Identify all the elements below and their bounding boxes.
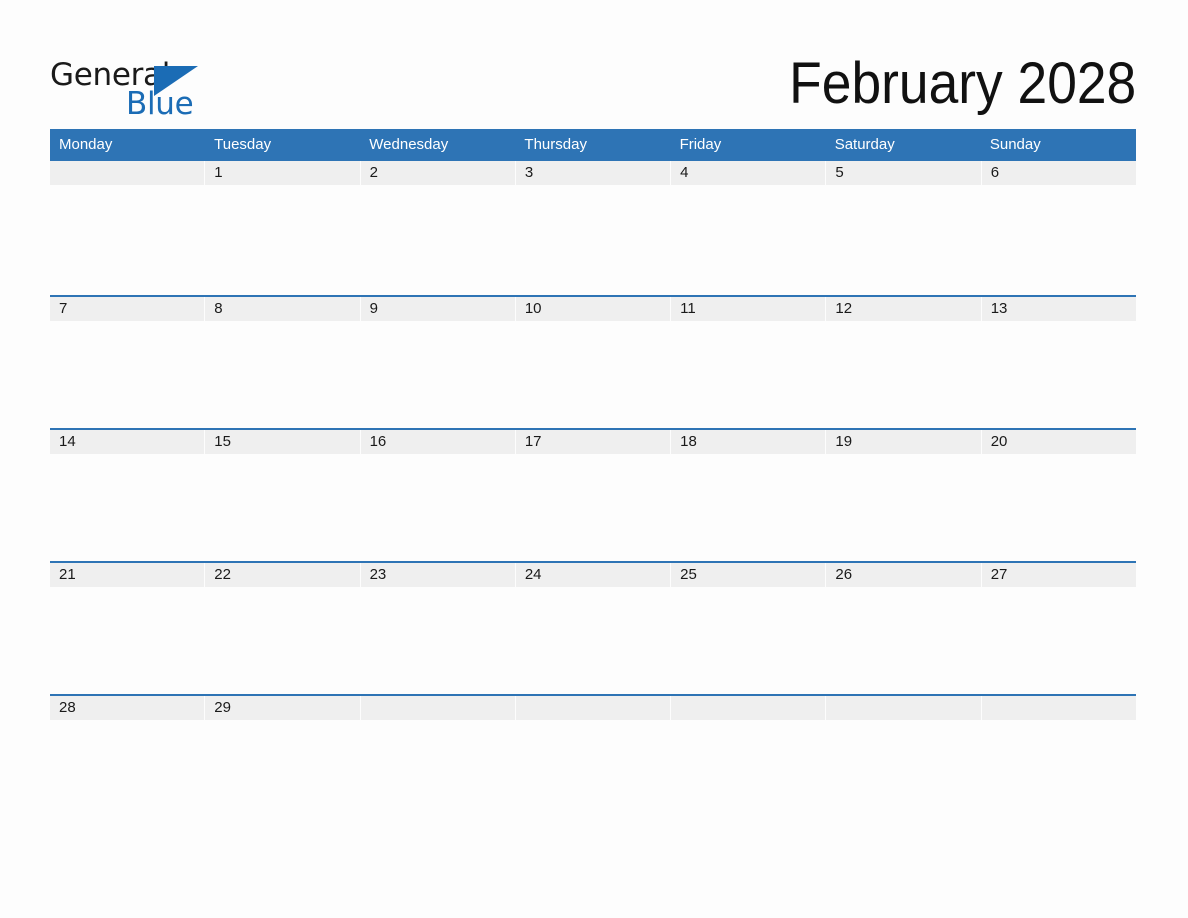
week-event-band [50, 321, 1136, 428]
event-area-cell[interactable] [671, 185, 825, 292]
event-area-cell[interactable] [50, 185, 204, 292]
date-cell[interactable] [360, 696, 515, 720]
day-header-thursday: Thursday [524, 136, 587, 153]
date-cell[interactable]: 15 [205, 430, 360, 454]
date-cell[interactable]: 12 [826, 297, 981, 321]
masthead: General Blue February 2028 [50, 50, 1136, 122]
date-cell[interactable]: 16 [360, 430, 515, 454]
event-area-cell[interactable] [982, 185, 1136, 292]
page-title: February 2028 [788, 51, 1136, 116]
event-area-cell[interactable] [671, 454, 825, 561]
date-cell[interactable]: 6 [981, 161, 1136, 185]
event-area-cell[interactable] [205, 587, 359, 694]
event-area-cell[interactable] [361, 454, 515, 561]
date-cell[interactable]: 11 [671, 297, 826, 321]
event-area-cell[interactable] [361, 587, 515, 694]
calendar-grid: Monday Tuesday Wednesday Thursday Friday… [50, 129, 1136, 827]
event-area-cell[interactable] [516, 321, 670, 428]
date-cell[interactable]: 2 [360, 161, 515, 185]
event-area-cell[interactable] [205, 185, 359, 292]
date-cell[interactable]: 5 [826, 161, 981, 185]
event-area-cell[interactable] [826, 587, 980, 694]
date-cell[interactable]: 8 [205, 297, 360, 321]
event-area-cell[interactable] [982, 454, 1136, 561]
date-cell[interactable] [671, 696, 826, 720]
date-cell[interactable]: 29 [205, 696, 360, 720]
event-area-cell[interactable] [826, 185, 980, 292]
date-cell[interactable]: 17 [515, 430, 671, 454]
day-of-week-header-row: Monday Tuesday Wednesday Thursday Friday… [50, 129, 1136, 161]
event-area-cell[interactable] [50, 321, 204, 428]
general-blue-logo: General Blue [50, 58, 250, 122]
calendar-week-row: 28 29 [50, 694, 1136, 827]
week-date-band: 28 29 [50, 696, 1136, 720]
day-header-friday: Friday [679, 136, 722, 153]
day-header-sunday: Sunday [989, 136, 1041, 153]
day-header-wednesday: Wednesday [369, 136, 449, 153]
event-area-cell[interactable] [826, 454, 980, 561]
event-area-cell[interactable] [826, 321, 980, 428]
logo-text-blue: Blue [126, 86, 194, 122]
event-area-cell[interactable] [50, 587, 204, 694]
calendar-week-row: 7 8 9 10 11 12 13 [50, 295, 1136, 428]
event-area-cell[interactable] [982, 321, 1136, 428]
event-area-cell[interactable] [826, 720, 980, 827]
week-event-band [50, 587, 1136, 694]
date-cell[interactable]: 24 [515, 563, 671, 587]
week-date-band: 7 8 9 10 11 12 13 [50, 297, 1136, 321]
date-cell[interactable]: 25 [671, 563, 826, 587]
date-cell[interactable] [981, 696, 1136, 720]
event-area-cell[interactable] [205, 321, 359, 428]
date-cell[interactable]: 10 [515, 297, 671, 321]
date-cell[interactable]: 28 [50, 696, 205, 720]
day-header-saturday: Saturday [834, 136, 895, 153]
date-cell[interactable]: 4 [671, 161, 826, 185]
event-area-cell[interactable] [671, 321, 825, 428]
date-cell[interactable]: 19 [826, 430, 981, 454]
date-cell[interactable]: 26 [826, 563, 981, 587]
event-area-cell[interactable] [205, 454, 359, 561]
week-date-band: 14 15 16 17 18 19 20 [50, 430, 1136, 454]
date-cell[interactable] [50, 161, 205, 185]
date-cell[interactable]: 14 [50, 430, 205, 454]
date-cell[interactable] [826, 696, 981, 720]
date-cell[interactable]: 21 [50, 563, 205, 587]
week-event-band [50, 720, 1136, 827]
event-area-cell[interactable] [516, 587, 670, 694]
event-area-cell[interactable] [50, 454, 204, 561]
event-area-cell[interactable] [516, 720, 670, 827]
event-area-cell[interactable] [361, 321, 515, 428]
date-cell[interactable]: 7 [50, 297, 205, 321]
date-cell[interactable]: 9 [360, 297, 515, 321]
calendar-page: General Blue February 2028 Monday Tuesda… [0, 0, 1188, 918]
event-area-cell[interactable] [361, 185, 515, 292]
date-cell[interactable]: 18 [671, 430, 826, 454]
date-cell[interactable]: 23 [360, 563, 515, 587]
day-header-tuesday: Tuesday [214, 136, 272, 153]
event-area-cell[interactable] [982, 720, 1136, 827]
event-area-cell[interactable] [671, 720, 825, 827]
event-area-cell[interactable] [205, 720, 359, 827]
event-area-cell[interactable] [671, 587, 825, 694]
date-cell[interactable]: 20 [981, 430, 1136, 454]
week-date-band: 21 22 23 24 25 26 27 [50, 563, 1136, 587]
event-area-cell[interactable] [516, 454, 670, 561]
week-date-band: 1 2 3 4 5 6 [50, 161, 1136, 185]
date-cell[interactable] [515, 696, 671, 720]
week-event-band [50, 185, 1136, 292]
week-event-band [50, 454, 1136, 561]
date-cell[interactable]: 13 [981, 297, 1136, 321]
day-header-monday: Monday [59, 136, 113, 153]
calendar-week-row: 14 15 16 17 18 19 20 [50, 428, 1136, 561]
date-cell[interactable]: 3 [515, 161, 671, 185]
event-area-cell[interactable] [516, 185, 670, 292]
event-area-cell[interactable] [982, 587, 1136, 694]
event-area-cell[interactable] [361, 720, 515, 827]
date-cell[interactable]: 22 [205, 563, 360, 587]
date-cell[interactable]: 1 [205, 161, 360, 185]
event-area-cell[interactable] [50, 720, 204, 827]
date-cell[interactable]: 27 [981, 563, 1136, 587]
calendar-week-row: 1 2 3 4 5 6 [50, 161, 1136, 295]
calendar-week-row: 21 22 23 24 25 26 27 [50, 561, 1136, 694]
